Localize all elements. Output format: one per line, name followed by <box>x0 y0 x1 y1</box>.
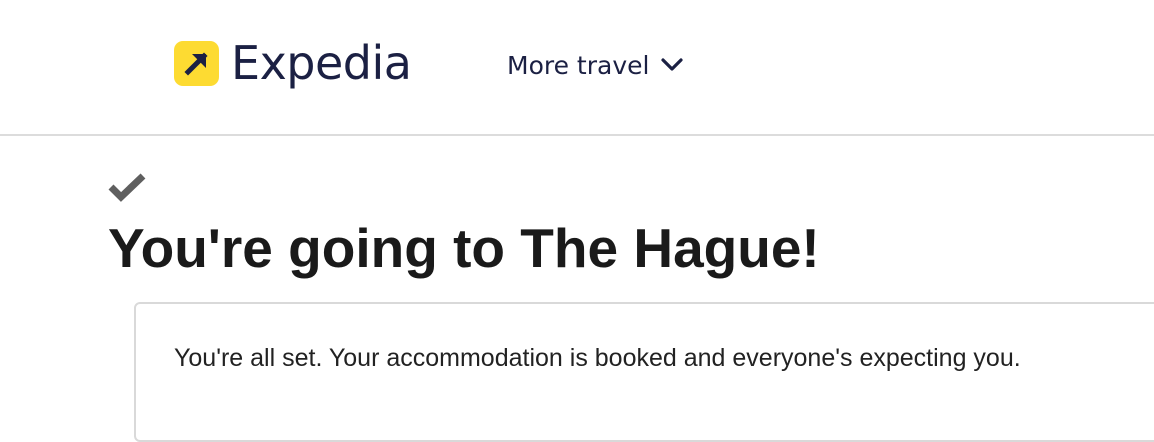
more-travel-label: More travel <box>507 50 650 80</box>
more-travel-menu[interactable]: More travel <box>507 47 684 83</box>
expedia-logo-link[interactable]: Expedia <box>174 36 412 90</box>
site-header: Expedia More travel <box>0 0 1154 136</box>
chevron-down-icon <box>661 58 684 72</box>
arrow-up-right-icon <box>174 40 219 86</box>
brand-name: Expedia <box>231 36 412 90</box>
checkmark-icon <box>108 172 146 202</box>
confirmation-title: You're going to The Hague! <box>108 217 820 279</box>
confirmation-message: You're all set. Your accommodation is bo… <box>174 344 1021 372</box>
confirmation-card: You're all set. Your accommodation is bo… <box>134 302 1154 442</box>
